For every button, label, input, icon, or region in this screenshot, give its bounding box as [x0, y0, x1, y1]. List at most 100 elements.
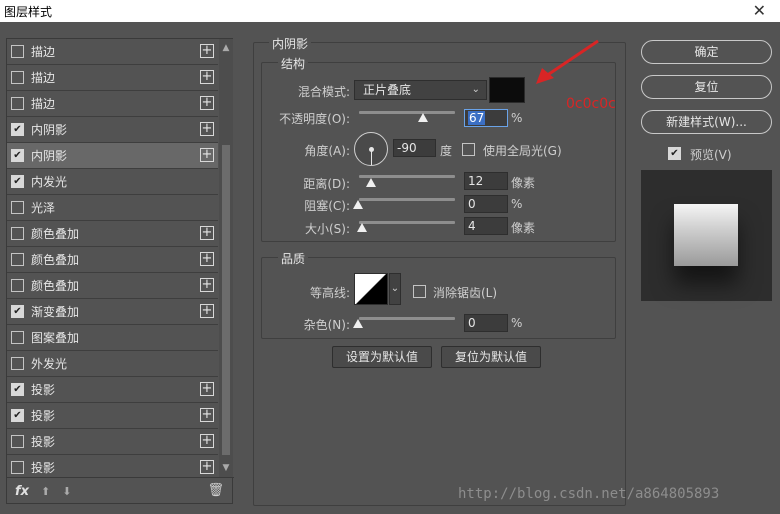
- add-effect-icon[interactable]: +: [200, 148, 214, 162]
- style-checkbox[interactable]: [11, 435, 24, 448]
- reset-default-button[interactable]: 复位为默认值: [441, 346, 541, 368]
- distance-slider-handle[interactable]: [366, 178, 376, 187]
- style-list-item[interactable]: 投影 +: [7, 455, 218, 477]
- angle-input[interactable]: -90: [393, 139, 436, 157]
- style-list-scrollbar[interactable]: ▲ ▼: [219, 39, 233, 477]
- set-default-button[interactable]: 设置为默认值: [332, 346, 432, 368]
- style-list-item[interactable]: ✔ 渐变叠加 +: [7, 299, 218, 325]
- scroll-up-icon[interactable]: ▲: [219, 41, 233, 55]
- style-checkbox[interactable]: ✔: [11, 409, 24, 422]
- add-effect-icon[interactable]: +: [200, 304, 214, 318]
- style-list-item[interactable]: ✔ 投影 +: [7, 403, 218, 429]
- choke-slider-handle[interactable]: [353, 200, 363, 209]
- style-checkbox[interactable]: [11, 45, 24, 58]
- size-slider-handle[interactable]: [357, 223, 367, 232]
- style-list-item[interactable]: 描边 +: [7, 65, 218, 91]
- add-effect-icon[interactable]: +: [200, 252, 214, 266]
- blend-mode-value: 正片叠底: [363, 83, 412, 97]
- style-checkbox[interactable]: [11, 279, 24, 292]
- style-item-label: 图案叠加: [31, 331, 80, 345]
- new-style-button[interactable]: 新建样式(W)...: [641, 110, 772, 134]
- noise-slider[interactable]: [359, 317, 455, 320]
- angle-label: 角度(A):: [304, 144, 350, 158]
- style-list-item[interactable]: 光泽: [7, 195, 218, 221]
- style-list-item[interactable]: ✔ 投影 +: [7, 377, 218, 403]
- add-effect-icon[interactable]: +: [200, 382, 214, 396]
- style-checkbox[interactable]: [11, 357, 24, 370]
- add-effect-icon[interactable]: +: [200, 460, 214, 474]
- inner-shadow-title: 内阴影: [269, 35, 312, 52]
- noise-value: 0: [468, 316, 476, 330]
- style-checkbox[interactable]: [11, 97, 24, 110]
- add-effect-icon[interactable]: +: [200, 122, 214, 136]
- style-list-item[interactable]: 颜色叠加 +: [7, 247, 218, 273]
- noise-slider-handle[interactable]: [353, 319, 363, 328]
- preview-checkbox[interactable]: ✔: [668, 147, 681, 160]
- choke-slider[interactable]: [359, 198, 455, 201]
- style-checkbox[interactable]: [11, 227, 24, 240]
- size-slider[interactable]: [359, 221, 455, 224]
- contour-dropdown[interactable]: ⌄: [389, 273, 401, 305]
- style-checkbox[interactable]: [11, 71, 24, 84]
- style-list-item[interactable]: 图案叠加: [7, 325, 218, 351]
- trash-icon[interactable]: 🗑: [207, 483, 224, 498]
- style-checkbox[interactable]: [11, 461, 24, 474]
- style-checkbox[interactable]: [11, 253, 24, 266]
- style-list-item[interactable]: ✔ 内阴影 +: [7, 143, 218, 169]
- scroll-thumb[interactable]: [222, 145, 230, 455]
- fx-button[interactable]: fx: [15, 484, 29, 499]
- style-checkbox[interactable]: ✔: [11, 123, 24, 136]
- opacity-slider[interactable]: [359, 111, 455, 114]
- distance-input[interactable]: 12: [464, 172, 508, 190]
- style-list-panel: 描边 + 描边 + 描边 + ✔ 内阴影 + ✔ 内阴影 + ✔ 内发光 光泽 颜色叠加 + 颜色叠加 + 颜色叠加 +…: [6, 38, 234, 504]
- add-effect-icon[interactable]: +: [200, 70, 214, 84]
- anti-alias-checkbox[interactable]: [413, 285, 426, 298]
- angle-dial[interactable]: [354, 132, 388, 166]
- style-checkbox[interactable]: ✔: [11, 149, 24, 162]
- style-list-item[interactable]: ✔ 内阴影 +: [7, 117, 218, 143]
- reset-button[interactable]: 复位: [641, 75, 772, 99]
- contour-preview[interactable]: [354, 273, 388, 305]
- add-effect-icon[interactable]: +: [200, 434, 214, 448]
- size-input[interactable]: 4: [464, 217, 508, 235]
- style-checkbox[interactable]: [11, 201, 24, 214]
- add-effect-icon[interactable]: +: [200, 96, 214, 110]
- contour-label: 等高线:: [309, 286, 350, 300]
- style-list-item[interactable]: 颜色叠加 +: [7, 221, 218, 247]
- style-checkbox[interactable]: ✔: [11, 305, 24, 318]
- choke-input[interactable]: 0: [464, 195, 508, 213]
- structure-title: 结构: [278, 55, 309, 72]
- angle-value: -90: [397, 141, 417, 155]
- blend-mode-select[interactable]: 正片叠底 ⌄: [354, 80, 487, 100]
- style-checkbox[interactable]: ✔: [11, 175, 24, 188]
- style-checkbox[interactable]: ✔: [11, 383, 24, 396]
- anti-alias-label: 消除锯齿(L): [433, 286, 498, 300]
- style-list-item[interactable]: 投影 +: [7, 429, 218, 455]
- shadow-color-swatch[interactable]: [489, 77, 525, 103]
- style-list-item[interactable]: ✔ 内发光: [7, 169, 218, 195]
- add-effect-icon[interactable]: +: [200, 44, 214, 58]
- opacity-input[interactable]: 67: [464, 109, 508, 127]
- add-effect-icon[interactable]: +: [200, 278, 214, 292]
- window-title: 图层样式: [4, 4, 53, 19]
- arrow-down-icon[interactable]: ⬇: [62, 485, 71, 498]
- style-list-item[interactable]: 外发光: [7, 351, 218, 377]
- global-light-checkbox[interactable]: [462, 143, 475, 156]
- style-item-label: 投影: [31, 409, 56, 423]
- style-item-label: 外发光: [31, 357, 68, 371]
- style-list-item[interactable]: 颜色叠加 +: [7, 273, 218, 299]
- arrow-up-icon[interactable]: ⬆: [41, 485, 50, 498]
- noise-input[interactable]: 0: [464, 314, 508, 332]
- style-item-label: 颜色叠加: [31, 227, 80, 241]
- noise-unit: %: [511, 316, 523, 330]
- style-checkbox[interactable]: [11, 331, 24, 344]
- add-effect-icon[interactable]: +: [200, 226, 214, 240]
- add-effect-icon[interactable]: +: [200, 408, 214, 422]
- style-list-item[interactable]: 描边 +: [7, 39, 218, 65]
- scroll-down-icon[interactable]: ▼: [219, 461, 233, 475]
- ok-button[interactable]: 确定: [641, 40, 772, 64]
- style-preview: [641, 170, 772, 301]
- close-icon[interactable]: ✕: [753, 1, 766, 20]
- opacity-slider-handle[interactable]: [418, 113, 429, 122]
- style-list-item[interactable]: 描边 +: [7, 91, 218, 117]
